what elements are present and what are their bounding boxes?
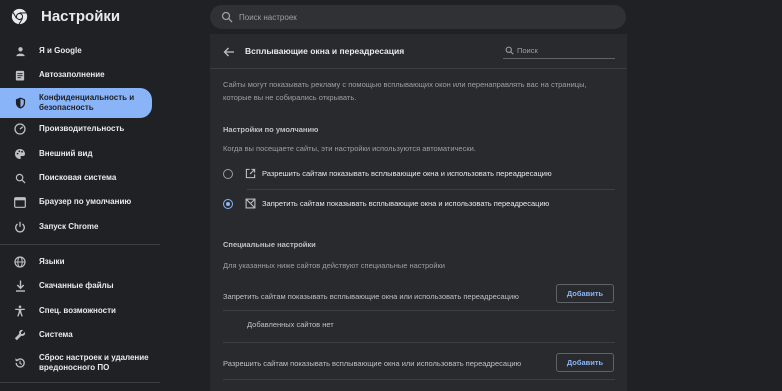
speedometer-icon [14,123,26,135]
sidebar-divider [0,244,160,245]
sidebar-item-search-engine[interactable]: Поисковая система [0,167,152,189]
title-divider [210,68,627,69]
sidebar-item-label: Браузер по умолчанию [39,197,132,206]
sidebar-item-label: Поисковая система [39,173,117,182]
sidebar-item-privacy[interactable]: Конфиденциальность и безопасность [0,88,152,118]
sidebar-item-label: Система [39,330,73,339]
sidebar-divider [0,382,160,383]
power-icon [14,221,26,233]
settings-card: Всплывающие окна и переадресация Сайты м… [210,34,627,391]
sidebar-item-label: Языки [39,257,65,266]
row-divider [223,342,615,343]
sidebar-item-label: Спец. возможности [39,306,116,315]
sidebar-item-label: Скачанные файлы [39,281,114,290]
palette-icon [14,148,26,160]
allow-popups-option[interactable]: Разрешить сайтам показывать всплывающие … [223,165,615,185]
sidebar-item-default-browser[interactable]: Браузер по умолчанию [0,191,152,213]
browser-window-icon [14,196,26,208]
sidebar-item-label: Автозаполнение [39,70,105,79]
download-icon [14,280,26,292]
block-popups-label: Запретить сайтам показывать всплывающие … [262,199,550,208]
custom-settings-heading: Специальные настройки [223,240,316,249]
back-arrow-icon[interactable] [223,46,235,58]
sidebar-item-label: Запуск Chrome [39,222,99,231]
allow-popups-radio[interactable] [223,169,233,179]
sidebar-item-label: Сброс настроек и удаление вредоносного П… [39,353,149,372]
open-in-new-icon [245,168,256,179]
popup-blocked-icon [245,198,256,209]
page-title: Всплывающие окна и переадресация [245,46,405,56]
custom-settings-description: Для указанных ниже сайтов действуют спец… [223,261,445,270]
search-icon [221,11,233,23]
sidebar-item-appearance[interactable]: Внешний вид [0,143,152,165]
site-search-input[interactable] [517,44,612,57]
clipboard-icon [14,69,26,81]
sidebar-item-languages[interactable]: Языки [0,251,152,273]
settings-search[interactable] [210,5,626,29]
default-settings-description: Когда вы посещаете сайты, эти настройки … [223,144,476,153]
sidebar-item-label: Конфиденциальность и безопасность [39,93,135,112]
intro-text: Сайты могут показывать рекламу с помощью… [223,80,587,102]
add-allowed-site-button[interactable]: Добавить [556,353,614,372]
top-bar: Настройки [0,0,782,34]
settings-search-input[interactable] [239,8,609,26]
reset-icon [14,357,26,369]
allowed-sites-label: Разрешить сайтам показывать всплывающие … [223,359,522,368]
sidebar-item-downloads[interactable]: Скачанные файлы [0,275,152,297]
sidebar-item-autofill[interactable]: Автозаполнение [0,64,152,86]
sidebar: Я и Google Автозаполнение Конфиденциальн… [0,38,160,391]
sidebar-item-label: Производительность [39,124,125,133]
add-blocked-site-button[interactable]: Добавить [556,284,614,303]
shield-icon [14,97,26,109]
option-divider [247,189,615,190]
app-title: Настройки [41,8,121,25]
row-divider [223,379,615,380]
search-icon [505,46,514,55]
sidebar-item-label: Внешний вид [39,149,93,158]
accessibility-icon [14,305,26,317]
site-search[interactable] [503,42,615,59]
sidebar-item-performance[interactable]: Производительность [0,118,152,140]
sidebar-item-label: Я и Google [39,46,82,55]
sidebar-item-reset[interactable]: Сброс настроек и удаление вредоносного П… [0,348,152,378]
row-divider [223,310,615,311]
chrome-logo-icon [11,8,28,25]
search-icon [14,172,26,184]
block-popups-radio[interactable] [223,199,233,209]
block-popups-option[interactable]: Запретить сайтам показывать всплывающие … [223,195,615,215]
allow-popups-label: Разрешить сайтам показывать всплывающие … [262,169,552,178]
sidebar-item-you-and-google[interactable]: Я и Google [0,40,152,62]
wrench-icon [14,329,26,341]
globe-icon [14,256,26,268]
person-icon [14,45,26,57]
sidebar-item-on-startup[interactable]: Запуск Chrome [0,216,152,238]
sidebar-item-system[interactable]: Система [0,324,152,346]
blocked-sites-empty: Добавленных сайтов нет [247,320,334,329]
default-settings-heading: Настройки по умолчанию [223,125,319,134]
sidebar-item-accessibility[interactable]: Спец. возможности [0,300,152,322]
blocked-sites-label: Запретить сайтам показывать всплывающие … [223,292,519,301]
